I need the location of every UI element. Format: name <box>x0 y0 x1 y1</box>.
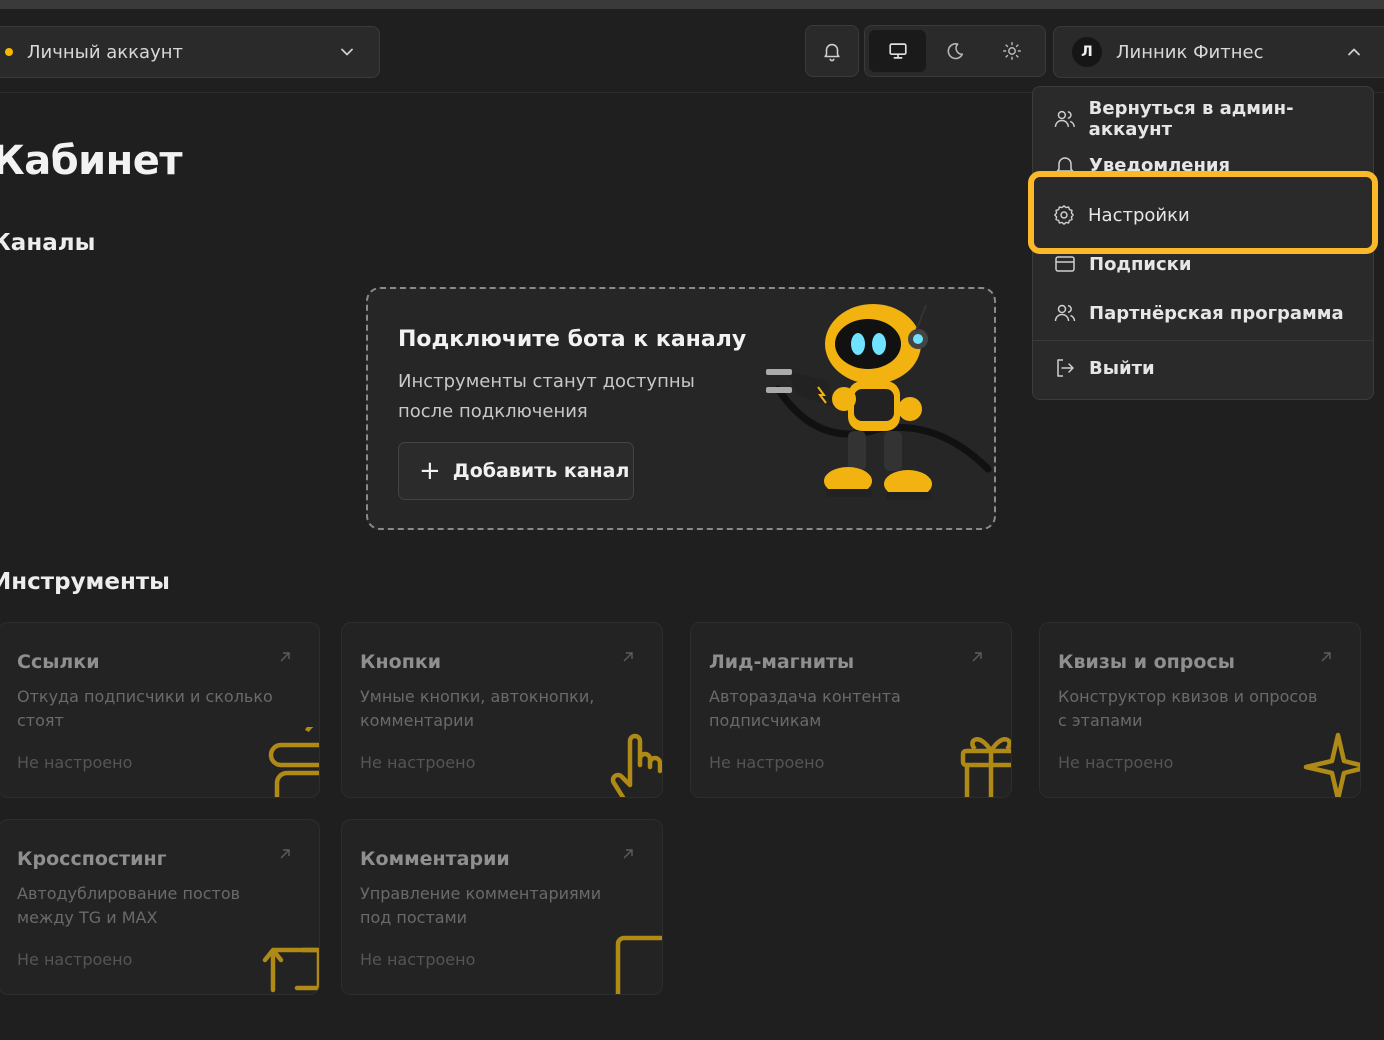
account-selector[interactable]: Личный аккаунт <box>0 26 380 78</box>
gear-icon <box>1054 205 1074 225</box>
connect-bot-card: Подключите бота к каналу Инструменты ста… <box>366 287 996 530</box>
sparkle-icon <box>1303 732 1360 797</box>
hand-pointer-icon <box>610 733 662 797</box>
tool-title: Ссылки <box>17 651 100 673</box>
menu-item-partner-program[interactable]: Партнёрская программа <box>1053 298 1344 328</box>
tool-card-quizzes[interactable]: Квизы и опросы Конструктор квизов и опро… <box>1039 622 1361 798</box>
tool-description: Управление комментариями под постами <box>360 884 602 927</box>
comment-icon <box>615 935 662 994</box>
tool-card-comments[interactable]: Комментарии Управление комментариями под… <box>341 819 663 995</box>
top-strip <box>0 0 1384 9</box>
robot-illustration <box>766 304 992 500</box>
notifications-button[interactable] <box>805 25 859 77</box>
tool-title: Комментарии <box>360 848 510 870</box>
repeat-icon <box>262 947 319 993</box>
tool-title: Кросспостинг <box>17 848 167 870</box>
tool-status: Не настроено <box>360 753 476 772</box>
chevron-up-icon <box>1348 48 1360 56</box>
tool-description: Автораздача контента подписчикам <box>709 687 901 730</box>
add-channel-button[interactable]: + Добавить канал <box>398 442 634 500</box>
tool-status: Не настроено <box>709 753 825 772</box>
user-name: Линник Фитнес <box>1116 41 1264 63</box>
bell-icon <box>824 43 840 62</box>
menu-divider <box>1033 340 1373 341</box>
sun-icon <box>1003 42 1022 60</box>
menu-item-label: Выйти <box>1089 357 1155 379</box>
menu-item-notifications[interactable]: Уведомления <box>1053 153 1353 173</box>
tool-description: Умные кнопки, автокнопки, комментарии <box>360 687 595 730</box>
tool-card-links[interactable]: Ссылки Откуда подписчики и сколько стоят… <box>0 622 320 798</box>
tools-heading: Инструменты <box>0 569 170 595</box>
bell-icon <box>1056 157 1074 172</box>
page-title: Кабинет <box>0 138 183 184</box>
account-status-dot <box>5 48 13 56</box>
channels-heading: Каналы <box>0 230 96 256</box>
tool-card-crossposting[interactable]: Кросспостинг Автодублирование постов меж… <box>0 819 320 995</box>
tool-title: Квизы и опросы <box>1058 651 1235 673</box>
theme-system-button[interactable] <box>869 30 927 72</box>
menu-item-logout[interactable]: Выйти <box>1053 353 1155 383</box>
arrow-up-right-icon <box>623 652 633 662</box>
tool-card-buttons[interactable]: Кнопки Умные кнопки, автокнопки, коммент… <box>341 622 663 798</box>
tool-title: Лид-магниты <box>709 651 855 673</box>
chevron-down-icon <box>341 48 353 56</box>
menu-item-label: Вернуться в админ-аккаунт <box>1088 98 1294 140</box>
connect-card-title: Подключите бота к каналу <box>398 327 747 352</box>
theme-dark-button[interactable] <box>926 30 983 72</box>
link-icon <box>268 727 319 797</box>
arrow-up-right-icon <box>1321 652 1331 662</box>
menu-item-label: Подписки <box>1089 253 1192 275</box>
tool-description: Откуда подписчики и сколько стоят <box>17 687 273 730</box>
gift-icon <box>960 737 1011 797</box>
tool-description: Автодублирование постов между TG и MAX <box>17 884 241 927</box>
moon-icon <box>947 43 964 60</box>
account-label: Личный аккаунт <box>27 41 183 63</box>
connect-card-subtitle: Инструменты станут доступны после подклю… <box>398 371 695 422</box>
users-icon <box>1054 304 1076 322</box>
tool-card-lead-magnets[interactable]: Лид-магниты Автораздача контента подписч… <box>690 622 1012 798</box>
logout-icon <box>1057 359 1074 377</box>
tool-description: Конструктор квизов и опросов с этапами <box>1058 687 1318 730</box>
plus-icon: + <box>419 456 441 486</box>
card-icon <box>1055 256 1075 272</box>
users-icon <box>1054 110 1075 128</box>
avatar: Л <box>1072 37 1102 67</box>
add-channel-label: Добавить канал <box>452 460 630 482</box>
tool-status: Не настроено <box>360 950 476 969</box>
arrow-up-right-icon <box>280 849 290 859</box>
tool-status: Не настроено <box>1058 753 1174 772</box>
theme-light-button[interactable] <box>984 30 1041 72</box>
user-menu-button[interactable]: Л Линник Фитнес <box>1053 26 1384 78</box>
tool-title: Кнопки <box>360 651 442 673</box>
tool-status: Не настроено <box>17 950 133 969</box>
arrow-up-right-icon <box>972 652 982 662</box>
menu-item-label: Партнёрская программа <box>1089 302 1344 324</box>
tool-status: Не настроено <box>17 753 133 772</box>
monitor-icon <box>889 43 907 59</box>
theme-switcher <box>864 25 1046 77</box>
arrow-up-right-icon <box>280 652 290 662</box>
menu-item-settings[interactable]: Настройки <box>1028 171 1378 254</box>
arrow-up-right-icon <box>623 849 633 859</box>
menu-item-back-to-admin[interactable]: Вернуться в админ-аккаунт <box>1053 98 1373 140</box>
menu-item-label: Настройки <box>1088 204 1190 226</box>
